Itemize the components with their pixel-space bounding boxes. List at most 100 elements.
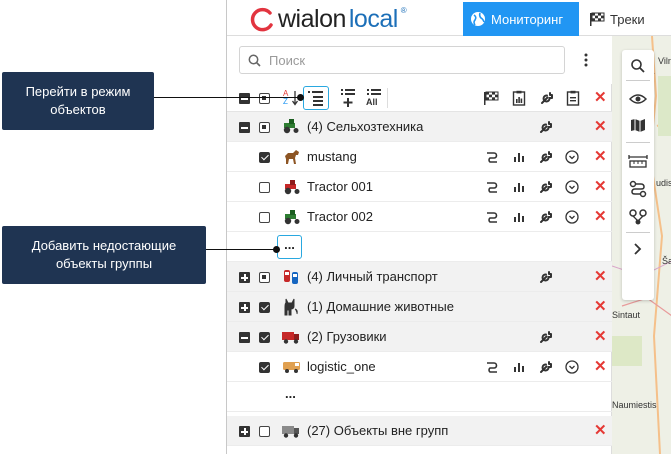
map-label: Vilnius: [658, 56, 671, 66]
unit-row[interactable]: Tractor 002 ✕: [227, 202, 612, 232]
group-row[interactable]: (2) Грузовики ✕: [227, 322, 612, 352]
search-box[interactable]: [239, 46, 565, 74]
unit-checkbox[interactable]: [259, 182, 270, 193]
search-input[interactable]: [269, 52, 549, 68]
tab-monitoring[interactable]: Мониторинг: [463, 2, 579, 36]
divider: [626, 80, 650, 81]
report-chart-icon[interactable]: [513, 151, 525, 163]
select-all-checkbox[interactable]: [259, 93, 270, 104]
add-all-units-button[interactable]: All: [363, 87, 385, 109]
kebab-icon: [584, 53, 588, 67]
unit-row[interactable]: mustang ✕: [227, 142, 612, 172]
delete-icon[interactable]: ✕: [594, 179, 607, 194]
track-icon[interactable]: [485, 181, 499, 193]
group-label: (2) Грузовики: [307, 329, 387, 344]
track-icon[interactable]: [485, 211, 499, 223]
delete-icon[interactable]: ✕: [594, 269, 607, 284]
globe-icon: [471, 12, 485, 26]
list-toolbar: A Z All ✕: [227, 84, 612, 112]
ruler-icon[interactable]: [628, 154, 648, 168]
unit-row[interactable]: logistic_one ✕: [227, 352, 612, 382]
chevron-circle-icon[interactable]: [565, 360, 579, 374]
group-checkbox[interactable]: [259, 272, 270, 283]
group-checkbox[interactable]: [259, 426, 270, 437]
wrench-icon[interactable]: [539, 330, 553, 344]
group-row[interactable]: (1) Домашние животные ✕: [227, 292, 612, 322]
map-label: Ša: [662, 256, 671, 266]
wrench-icon[interactable]: [539, 150, 553, 164]
divider: [626, 142, 650, 143]
expand-group-button[interactable]: [239, 302, 250, 313]
list-tree-icon: [308, 91, 323, 106]
chevron-circle-icon[interactable]: [565, 150, 579, 164]
delete-icon[interactable]: ✕: [594, 423, 607, 438]
eye-icon[interactable]: [629, 92, 647, 106]
delete-icon[interactable]: ✕: [594, 119, 607, 134]
collapse-group-button[interactable]: [239, 332, 250, 343]
delete-icon[interactable]: ✕: [594, 149, 607, 164]
checkered-flag-icon: [484, 91, 499, 105]
unit-label: Tractor 002: [307, 209, 373, 224]
group-checkbox[interactable]: [259, 332, 270, 343]
search-icon: [248, 54, 261, 67]
report-chart-icon[interactable]: [513, 181, 525, 193]
toolbar-divider: [387, 88, 388, 108]
properties-column-header[interactable]: [564, 89, 582, 107]
chevron-circle-icon[interactable]: [565, 180, 579, 194]
wrench-icon[interactable]: [539, 270, 553, 284]
report-chart-icon[interactable]: [513, 361, 525, 373]
top-bar: wialon local ® Мониторинг Треки: [227, 0, 671, 36]
group-checkbox[interactable]: [259, 122, 270, 133]
cat-icon: [284, 298, 298, 316]
wrench-icon[interactable]: [539, 210, 553, 224]
delete-icon[interactable]: ✕: [594, 299, 607, 314]
units-mode-button[interactable]: [303, 86, 329, 110]
checkered-flag-icon: [590, 12, 605, 26]
callout-leader-line: [206, 249, 274, 250]
track-icon[interactable]: [485, 361, 499, 373]
unit-checkbox[interactable]: [259, 212, 270, 223]
collapse-all-button[interactable]: [239, 93, 250, 104]
collapse-group-button[interactable]: [239, 122, 250, 133]
group-row[interactable]: (4) Личный транспорт ✕: [227, 262, 612, 292]
commands-column-header[interactable]: [538, 89, 556, 107]
map-label: Naumiestis: [612, 400, 657, 410]
more-menu-button[interactable]: [578, 50, 594, 70]
unit-label: logistic_one: [307, 359, 376, 374]
unit-checkbox[interactable]: [259, 362, 270, 373]
tab-tracks[interactable]: Треки: [583, 2, 671, 36]
unit-checkbox[interactable]: [259, 152, 270, 163]
reports-column-header[interactable]: [510, 89, 528, 107]
chevron-circle-icon[interactable]: [565, 210, 579, 224]
report-chart-icon[interactable]: [513, 211, 525, 223]
wialon-logo: wialon local ®: [249, 4, 407, 34]
group-checkbox[interactable]: [259, 302, 270, 313]
map-search-icon[interactable]: [630, 58, 646, 74]
track-icon[interactable]: [485, 151, 499, 163]
wrench-icon[interactable]: [539, 360, 553, 374]
wrench-icon[interactable]: [539, 180, 553, 194]
map-area[interactable]: Va Vilnius udis Sintaut Naumiestis Ša: [612, 36, 671, 454]
sort-z-glyph: Z: [283, 97, 288, 106]
expand-group-button[interactable]: [239, 272, 250, 283]
expand-group-button[interactable]: [239, 426, 250, 437]
delete-icon[interactable]: ✕: [594, 359, 607, 374]
wrench-icon[interactable]: [539, 120, 553, 134]
unit-label: mustang: [307, 149, 357, 164]
add-missing-units-button[interactable]: ...: [277, 235, 302, 259]
truck-icon: [282, 332, 299, 344]
unit-row[interactable]: Tractor 001 ✕: [227, 172, 612, 202]
clipboard-icon: [566, 90, 580, 106]
delete-icon[interactable]: ✕: [594, 209, 607, 224]
group-row[interactable]: (4) Сельхозтехника ✕: [227, 112, 612, 142]
tracks-column-header[interactable]: [482, 89, 500, 107]
chevron-right-icon[interactable]: [633, 242, 643, 256]
delete-all-icon[interactable]: ✕: [594, 90, 607, 105]
group-row[interactable]: (27) Объекты вне групп ✕: [227, 416, 612, 446]
geofence-icon[interactable]: [628, 208, 648, 226]
delete-icon[interactable]: ✕: [594, 329, 607, 344]
route-icon[interactable]: [629, 180, 647, 198]
map-icon[interactable]: [630, 118, 646, 132]
more-units-row[interactable]: ...: [227, 382, 612, 412]
add-units-button[interactable]: [337, 87, 359, 109]
